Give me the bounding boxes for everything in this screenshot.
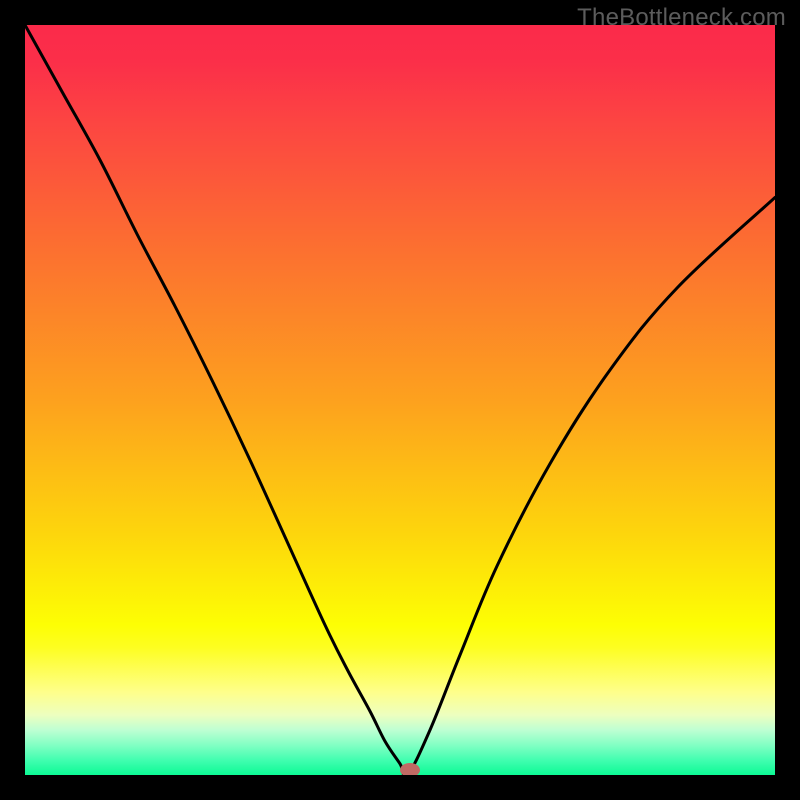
watermark-text: TheBottleneck.com bbox=[577, 4, 786, 32]
chart-frame: TheBottleneck.com bbox=[0, 0, 800, 800]
curve-svg bbox=[25, 25, 775, 775]
plot-area bbox=[25, 25, 775, 775]
optimum-marker bbox=[400, 763, 420, 775]
bottleneck-curve bbox=[25, 25, 775, 775]
